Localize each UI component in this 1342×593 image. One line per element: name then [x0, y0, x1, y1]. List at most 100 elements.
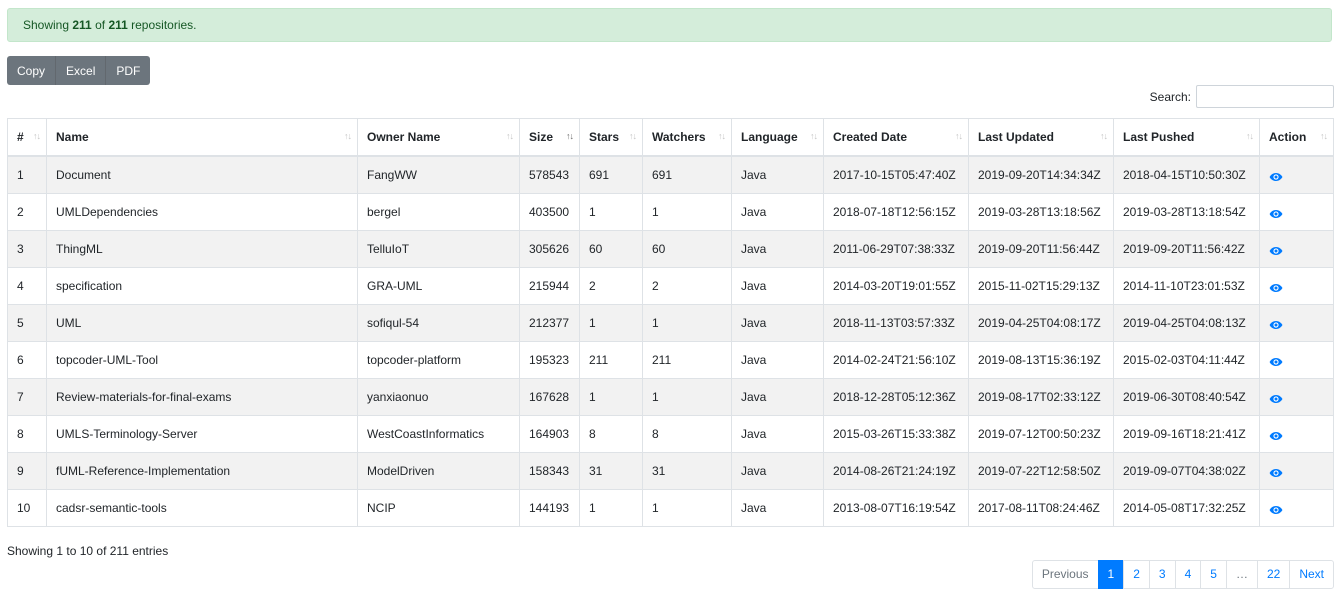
view-eye-icon[interactable] — [1269, 208, 1283, 218]
pdf-button[interactable]: PDF — [105, 56, 151, 85]
next-page-button[interactable]: Next — [1289, 560, 1334, 589]
table-cell: ModelDriven — [357, 452, 520, 490]
sort-arrows-icon: ↑↓ — [566, 131, 574, 141]
table-cell: WestCoastInformatics — [357, 415, 520, 453]
column-header[interactable]: Created Date ↑↓ — [823, 118, 969, 157]
table-cell: bergel — [357, 193, 520, 231]
table-cell: NCIP — [357, 489, 520, 527]
table-cell: Java — [731, 304, 824, 342]
table-cell: 2013-08-07T16:19:54Z — [823, 489, 969, 527]
view-eye-icon[interactable] — [1269, 393, 1283, 403]
column-header-label: Stars — [589, 130, 620, 144]
column-header[interactable]: Owner Name ↑↓ — [357, 118, 520, 157]
table-cell: 1 — [642, 489, 732, 527]
table-cell: 2019-09-20T11:56:42Z — [1113, 230, 1260, 268]
table-cell: cadsr-semantic-tools — [46, 489, 358, 527]
table-cell: 195323 — [519, 341, 580, 379]
alert-total-count: 211 — [108, 18, 128, 32]
search-box: Search: — [1150, 85, 1334, 108]
sort-arrows-icon: ↑↓ — [33, 131, 41, 141]
table-cell: 31 — [642, 452, 732, 490]
table-cell: 211 — [642, 341, 732, 379]
view-eye-icon[interactable] — [1269, 282, 1283, 292]
table-cell: fUML-Reference-Implementation — [46, 452, 358, 490]
table-cell: Document — [46, 155, 358, 194]
alert-suffix: repositories. — [131, 18, 197, 32]
pagination-ellipsis[interactable]: … — [1225, 560, 1258, 589]
table-cell: 2 — [7, 193, 47, 231]
column-header[interactable]: Size ↑↓ — [519, 118, 580, 157]
page-button[interactable]: 22 — [1256, 560, 1291, 589]
previous-page-button[interactable]: Previous — [1031, 560, 1099, 589]
table-cell: UMLDependencies — [46, 193, 358, 231]
table-cell: UMLS-Terminology-Server — [46, 415, 358, 453]
excel-button[interactable]: Excel — [55, 56, 106, 85]
search-input[interactable] — [1196, 85, 1334, 108]
table-cell: 2019-03-28T13:18:56Z — [968, 193, 1114, 231]
table-cell: 167628 — [519, 378, 580, 416]
sort-arrows-icon: ↑↓ — [629, 131, 637, 141]
table-cell: 60 — [642, 230, 732, 268]
table-cell: UML — [46, 304, 358, 342]
page-button[interactable]: 3 — [1148, 560, 1176, 589]
table-cell: Java — [731, 452, 824, 490]
table-cell: 2019-08-13T15:36:19Z — [968, 341, 1114, 379]
copy-button[interactable]: Copy — [7, 56, 56, 85]
column-header[interactable]: Action ↑↓ — [1259, 118, 1334, 157]
table-cell: topcoder-UML-Tool — [46, 341, 358, 379]
page-button[interactable]: 5 — [1200, 560, 1227, 589]
column-header[interactable]: Last Pushed ↑↓ — [1113, 118, 1260, 157]
table-cell: 2017-08-11T08:24:46Z — [968, 489, 1114, 527]
column-header-label: Created Date — [833, 130, 908, 144]
table-row: 6 topcoder-UML-Tool topcoder-platform 19532… — [7, 341, 1334, 379]
view-eye-icon[interactable] — [1269, 467, 1283, 477]
sort-arrows-icon: ↑↓ — [506, 131, 514, 141]
view-eye-icon[interactable] — [1269, 245, 1283, 255]
table-cell: 1 — [579, 304, 643, 342]
view-eye-icon[interactable] — [1269, 504, 1283, 514]
view-eye-icon[interactable] — [1269, 356, 1283, 366]
page-button[interactable]: 2 — [1123, 560, 1150, 589]
table-cell: 2019-07-12T00:50:23Z — [968, 415, 1114, 453]
table-cell: 1 — [642, 193, 732, 231]
action-cell — [1259, 155, 1334, 194]
table-info: Showing 1 to 10 of 211 entries — [7, 544, 169, 558]
sort-arrows-icon: ↑↓ — [1320, 131, 1328, 141]
column-header[interactable]: Language ↑↓ — [731, 118, 824, 157]
table-cell: 2019-04-25T04:08:17Z — [968, 304, 1114, 342]
table-row: 1 Document FangWW 578543 691 691 Java 2017-10-1… — [7, 155, 1334, 194]
results-alert: Showing 211 of 211 repositories. — [7, 8, 1332, 42]
table-cell: 691 — [642, 155, 732, 194]
table-cell: 164903 — [519, 415, 580, 453]
table-cell: 1 — [7, 155, 47, 194]
view-eye-icon[interactable] — [1269, 171, 1283, 181]
table-cell: specification — [46, 267, 358, 305]
table-cell: FangWW — [357, 155, 520, 194]
page-button[interactable]: 4 — [1174, 560, 1202, 589]
table-cell: 2019-04-25T04:08:13Z — [1113, 304, 1260, 342]
view-eye-icon[interactable] — [1269, 430, 1283, 440]
table-cell: 403500 — [519, 193, 580, 231]
page-button[interactable]: 1 — [1097, 560, 1125, 589]
table-cell: 1 — [642, 378, 732, 416]
view-eye-icon[interactable] — [1269, 319, 1283, 329]
column-header[interactable]: Stars ↑↓ — [579, 118, 643, 157]
action-cell — [1259, 230, 1334, 268]
column-header-label: Name — [56, 130, 89, 144]
table-cell: 305626 — [519, 230, 580, 268]
column-header[interactable]: Last Updated ↑↓ — [968, 118, 1114, 157]
table-cell: 2014-03-20T19:01:55Z — [823, 267, 969, 305]
table-cell: 2019-08-17T02:33:12Z — [968, 378, 1114, 416]
table-cell: 2019-03-28T13:18:54Z — [1113, 193, 1260, 231]
action-cell — [1259, 378, 1334, 416]
table-cell: 8 — [642, 415, 732, 453]
table-cell: 8 — [579, 415, 643, 453]
column-header[interactable]: Name ↑↓ — [46, 118, 358, 157]
table-cell: 211 — [579, 341, 643, 379]
table-cell: 31 — [579, 452, 643, 490]
table-cell: 60 — [579, 230, 643, 268]
table-cell: 7 — [7, 378, 47, 416]
table-cell: Review-materials-for-final-exams — [46, 378, 358, 416]
column-header[interactable]: # ↑↓ — [7, 118, 47, 157]
column-header[interactable]: Watchers ↑↓ — [642, 118, 732, 157]
